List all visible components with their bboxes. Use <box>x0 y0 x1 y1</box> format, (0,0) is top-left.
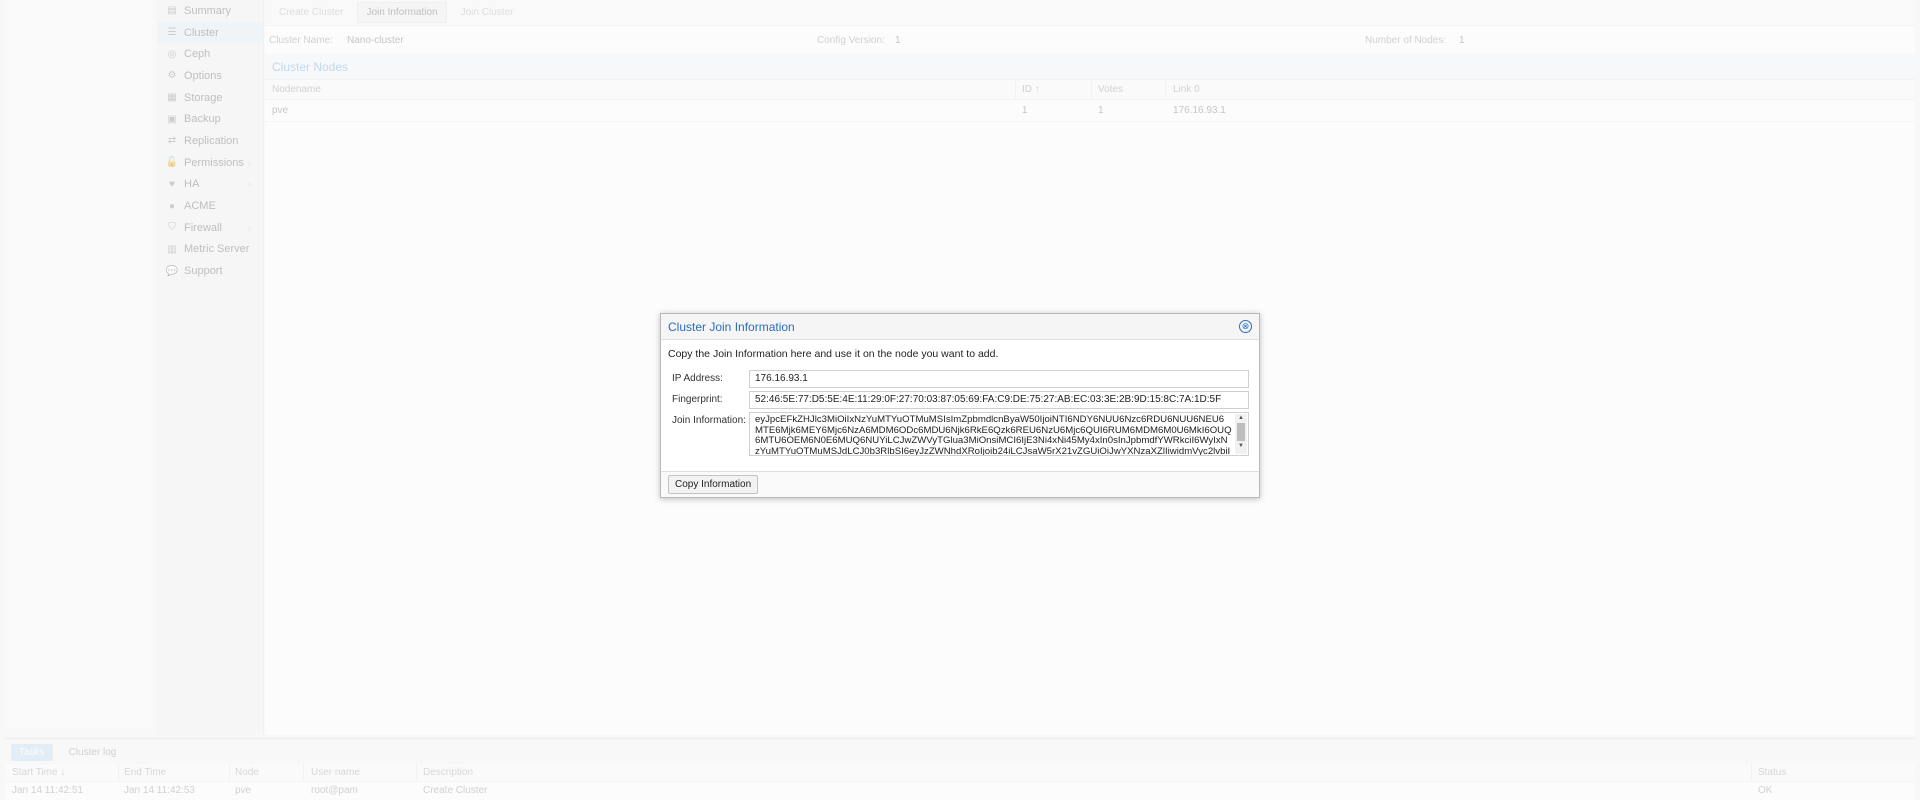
fingerprint-label: Fingerprint: <box>672 394 723 405</box>
scroll-up-icon[interactable]: ▲ <box>1235 414 1247 422</box>
dialog-header: Cluster Join Information ⊗ <box>661 314 1259 340</box>
ip-address-label: IP Address: <box>672 373 723 384</box>
scroll-down-icon[interactable]: ▼ <box>1235 442 1247 450</box>
join-information-label: Join Information: <box>672 415 746 426</box>
scroll-thumb[interactable] <box>1237 423 1245 441</box>
dialog-footer: Copy Information <box>661 471 1259 497</box>
dialog-body: Copy the Join Information here and use i… <box>661 340 1259 456</box>
fingerprint-field[interactable]: 52:46:5E:77:D5:5E:4E:11:29:0F:27:70:03:8… <box>749 391 1249 409</box>
close-icon[interactable]: ⊗ <box>1239 320 1252 333</box>
copy-information-button[interactable]: Copy Information <box>668 475 759 494</box>
join-information-textarea[interactable]: eyJpcEFkZHJlc3MiOiIxNzYuMTYuOTMuMSIsImZp… <box>749 412 1249 456</box>
dialog-title: Cluster Join Information <box>668 319 795 334</box>
fingerprint-row: Fingerprint: 52:46:5E:77:D5:5E:4E:11:29:… <box>668 391 1252 409</box>
ip-address-row: IP Address: 176.16.93.1 <box>668 370 1252 388</box>
join-information-row: Join Information: eyJpcEFkZHJlc3MiOiIxNz… <box>668 412 1252 456</box>
dialog-intro-text: Copy the Join Information here and use i… <box>668 348 999 360</box>
cluster-join-dialog: Cluster Join Information ⊗ Copy the Join… <box>660 313 1260 498</box>
textarea-scrollbar[interactable]: ▲ ▼ <box>1235 414 1247 454</box>
ip-address-field[interactable]: 176.16.93.1 <box>749 370 1249 388</box>
join-information-text: eyJpcEFkZHJlc3MiOiIxNzYuMTYuOTMuMSIsImZp… <box>755 414 1232 456</box>
